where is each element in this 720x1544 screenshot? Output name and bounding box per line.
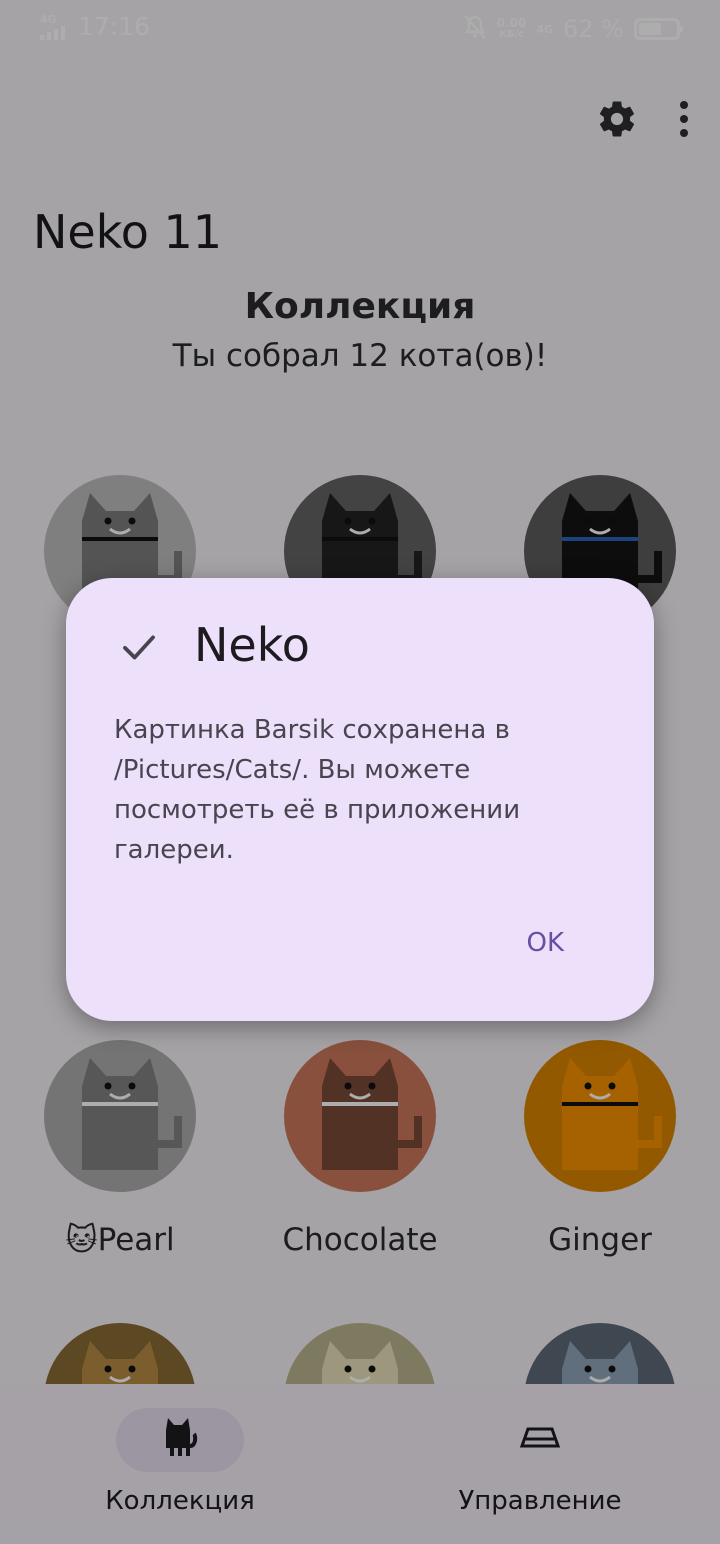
ok-button[interactable]: OK <box>526 928 564 958</box>
dialog-title: Neko <box>194 618 310 672</box>
saved-picture-dialog: Neko Картинка Barsik сохранена в /Pictur… <box>66 578 654 1021</box>
check-icon <box>118 626 160 672</box>
dialog-message: Картинка Barsik сохранена в /Pictures/Ca… <box>114 715 521 865</box>
